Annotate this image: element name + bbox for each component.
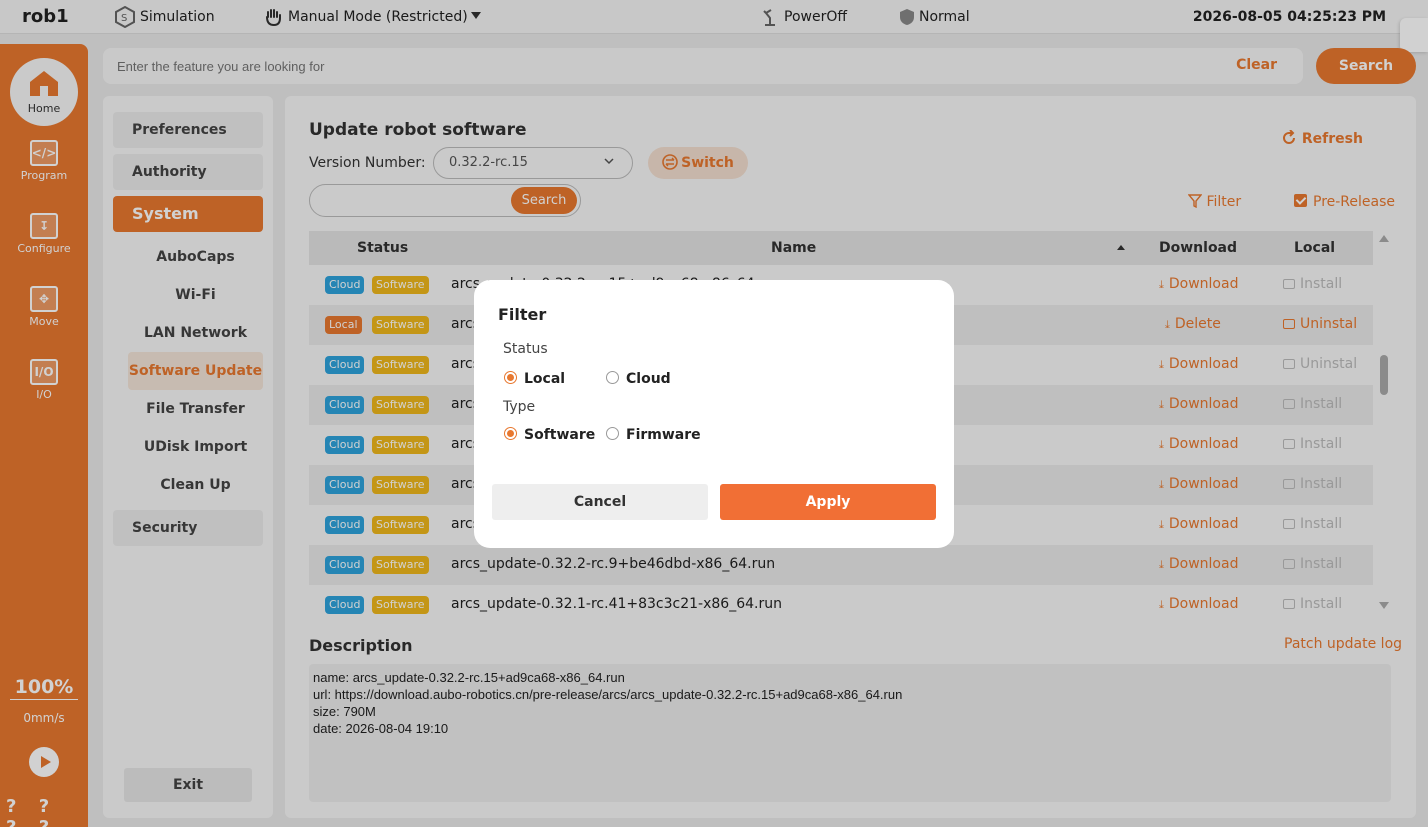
status-section-label: Status (503, 341, 548, 357)
radio-status-cloud[interactable]: Cloud (606, 371, 671, 387)
radio-type-software[interactable]: Software (504, 427, 595, 443)
radio-type-software-label: Software (524, 427, 596, 443)
radio-unselected-icon (606, 427, 619, 440)
filter-dialog: Filter Status Local Cloud Type Software … (474, 280, 954, 548)
radio-selected-icon (504, 427, 517, 440)
radio-unselected-icon (606, 371, 619, 384)
radio-type-firmware-label: Firmware (626, 427, 701, 443)
radio-status-local-label: Local (524, 371, 566, 387)
radio-status-local[interactable]: Local (504, 371, 565, 387)
cancel-button[interactable]: Cancel (492, 484, 708, 520)
radio-status-cloud-label: Cloud (626, 371, 671, 387)
radio-type-firmware[interactable]: Firmware (606, 427, 701, 443)
radio-selected-icon (504, 371, 517, 384)
filter-dialog-title: Filter (498, 305, 547, 324)
apply-button[interactable]: Apply (720, 484, 936, 520)
type-section-label: Type (503, 399, 536, 415)
